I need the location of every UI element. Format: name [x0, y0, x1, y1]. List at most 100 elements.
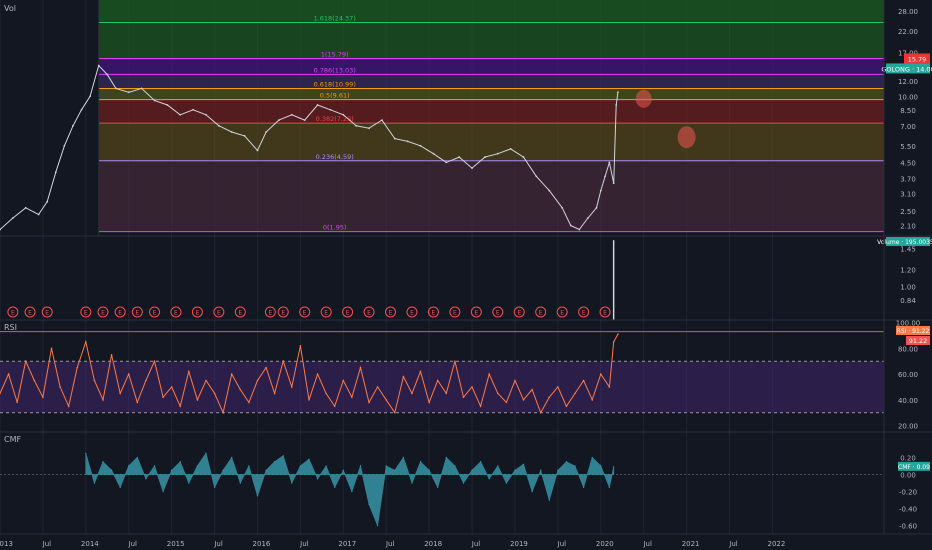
rsi-point-65	[557, 386, 559, 388]
cmf-point-57	[574, 465, 576, 467]
rsi-point-40	[342, 379, 345, 382]
fib-label-7: 0(1.95)	[323, 224, 347, 232]
price-point-2	[24, 206, 27, 209]
rsi-point-1	[7, 373, 10, 375]
rsi-point-33	[282, 360, 285, 362]
cmf-point-39	[419, 461, 422, 463]
x-tick-9: Jul	[385, 540, 395, 548]
rsi-point-18	[153, 360, 156, 362]
price-point-13	[127, 91, 130, 94]
volume-tick-1: 1.20	[900, 267, 916, 275]
fib-label-1: 1(15.79)	[321, 50, 349, 58]
rsi-tick-4: 20.00	[898, 423, 918, 431]
cmf-point-11	[179, 461, 181, 463]
price-point-17	[179, 113, 182, 116]
cmf-point-16	[222, 469, 224, 471]
highlight-circle-2	[677, 126, 696, 149]
cmf-point-14	[205, 452, 207, 454]
x-tick-2: 2014	[81, 540, 99, 548]
cmf-point-22	[274, 461, 276, 463]
rsi-point-70	[599, 373, 602, 375]
rsi-point-6	[50, 347, 53, 350]
earnings-marker-label-23: E	[496, 310, 500, 317]
price-point-30	[342, 113, 345, 116]
price-point-55	[612, 182, 615, 185]
x-tick-1: Jul	[42, 540, 52, 548]
rsi-point-52	[445, 392, 448, 395]
cmf-point-43	[454, 465, 456, 467]
cmf-point-42	[445, 456, 447, 459]
cmf-point-51	[522, 463, 525, 465]
price-point-23	[256, 149, 259, 152]
x-tick-14: 2020	[596, 540, 614, 548]
price-point-25	[278, 119, 280, 122]
price-point-6	[63, 144, 66, 147]
cmf-point-60	[600, 465, 602, 467]
price-point-54	[608, 161, 611, 164]
fib-zone-1	[98, 58, 884, 75]
earnings-marker-label-10: E	[217, 310, 221, 317]
cmf-point-55	[557, 469, 559, 471]
price-tick-0: 28.00	[898, 8, 918, 16]
price-point-47	[561, 206, 564, 209]
rsi-point-36	[308, 399, 310, 401]
x-tick-4: 2015	[167, 540, 185, 548]
rsi-tick-2: 60.00	[898, 371, 918, 379]
price-point-4	[46, 200, 49, 203]
cmf-point-48	[497, 465, 499, 467]
rsi-point-20	[170, 386, 173, 388]
cmf-point-30	[342, 469, 344, 471]
earnings-marker-label-25: E	[539, 310, 543, 317]
price-tick-12: 2.10	[900, 223, 916, 231]
rsi-point-68	[582, 379, 585, 382]
price-point-41	[484, 156, 486, 158]
fib-zone-2	[98, 74, 884, 89]
highlight-circle-1	[635, 89, 652, 108]
rsi-point-58	[496, 392, 499, 395]
cmf-point-6	[136, 456, 138, 459]
rsi-current: 91.22	[909, 337, 928, 345]
fib-zone-6	[98, 160, 884, 232]
earnings-marker-label-24: E	[517, 310, 521, 317]
price-tick-3: 12.00	[898, 78, 918, 86]
rsi-point-48	[411, 392, 413, 395]
cmf-point-13	[196, 465, 198, 467]
rsi-point-21	[179, 405, 182, 408]
price-point-50	[587, 217, 589, 219]
price-tag-0: 15.79	[908, 55, 927, 63]
cmf-point-46	[480, 461, 482, 463]
x-tick-0: 2013	[0, 540, 13, 548]
cmf-point-9	[162, 490, 164, 493]
fib-label-3: 0.618(10.99)	[314, 80, 356, 88]
cmf-point-27	[316, 478, 319, 480]
x-tick-7: Jul	[299, 540, 309, 548]
price-point-18	[192, 108, 195, 111]
price-point-39	[458, 156, 461, 158]
rsi-point-22	[188, 370, 190, 373]
rsi-point-62	[531, 388, 533, 391]
rsi-point-31	[265, 366, 267, 369]
x-tick-3: Jul	[128, 540, 138, 548]
rsi-point-16	[136, 401, 139, 404]
cmf-point-38	[411, 482, 413, 484]
rsi-point-15	[127, 373, 130, 375]
rsi-point-59	[505, 401, 508, 404]
price-point-51	[595, 206, 598, 209]
cmf-point-2	[102, 461, 104, 463]
price-point-36	[419, 144, 422, 147]
rsi-point-41	[351, 396, 353, 399]
cmf-point-62	[613, 466, 615, 468]
price-point-10	[97, 64, 100, 67]
price-point-21	[230, 131, 233, 133]
rsi-point-49	[419, 370, 422, 373]
price-point-7	[72, 124, 74, 127]
cmf-point-35	[385, 465, 387, 467]
earnings-marker-label-3: E	[84, 310, 88, 317]
rsi-point-43	[368, 401, 370, 404]
rsi-tick-3: 40.00	[898, 397, 918, 405]
rsi-point-63	[539, 411, 542, 414]
price-point-32	[368, 127, 370, 130]
earnings-marker-label-5: E	[118, 310, 122, 317]
cmf-point-24	[291, 482, 293, 484]
rsi-point-64	[548, 396, 551, 399]
